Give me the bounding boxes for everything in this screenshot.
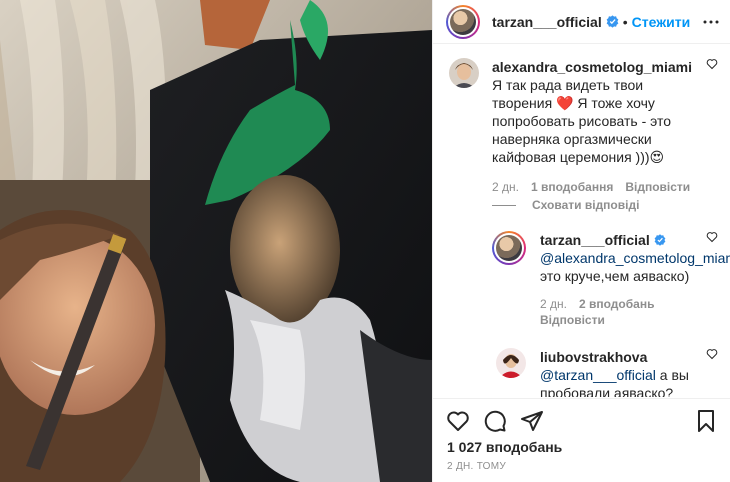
post-date[interactable]: 2 ДН. ТОМУ [447,461,506,472]
comment-time[interactable]: 2 дн. [492,180,519,194]
reply-avatar[interactable] [496,348,526,378]
comment-icon[interactable] [483,409,507,433]
likes-count[interactable]: 1 027 вподобань [447,439,562,455]
header-separator: • [622,13,628,30]
commenter-avatar[interactable] [449,58,479,88]
reply-reply-button[interactable]: Відповісти [540,313,605,327]
reply-like-heart-icon[interactable] [706,231,718,243]
comment-item: alexandra_cosmetolog_miami Я так рада ви… [449,58,718,198]
reply-username[interactable]: liubovstrakhova [540,349,647,365]
bookmark-icon[interactable] [694,409,718,433]
follow-button[interactable]: Стежити [632,14,691,30]
reply-likes[interactable]: 2 вподобань [579,297,654,311]
reply-mention[interactable]: @alexandra_cosmetolog_miami [540,250,730,266]
more-options-icon[interactable] [702,13,720,31]
comment-reply-button[interactable]: Відповісти [625,180,690,194]
reply-item: liubovstrakhova @tarzan___official а вы … [496,348,718,397]
verified-badge-icon [606,15,619,28]
painting-selfie-image [0,0,432,482]
author-avatar[interactable] [446,4,480,39]
reply-item: tarzan___official @alexandra_cosmetolog_… [492,231,730,341]
comment-text: Я так рада видеть твои творения ❤️ Я тож… [492,77,672,165]
post-actions-bar [433,398,730,438]
reply-avatar[interactable] [492,231,526,265]
comment-likes[interactable]: 1 вподобання [531,180,613,194]
author-username[interactable]: tarzan___official [492,14,602,30]
post-photo[interactable] [0,0,432,482]
post-detail-panel: tarzan___official • Стежити alexandra_co… [432,0,730,482]
reply-text: это круче,чем аяваско) [540,268,690,284]
post-header: tarzan___official • Стежити [433,0,730,44]
reply-like-heart-icon[interactable] [706,348,718,360]
reply-username[interactable]: tarzan___official [540,232,650,248]
heart-icon[interactable] [446,409,470,433]
verified-badge-icon [654,234,666,246]
comment-username[interactable]: alexandra_cosmetolog_miami [492,59,692,75]
comment-like-heart-icon[interactable] [706,58,718,70]
share-icon[interactable] [520,409,544,433]
reply-mention[interactable]: @tarzan___official [540,367,656,383]
hide-replies-label: Сховати відповіді [532,198,640,212]
hide-replies-button[interactable]: Сховати відповіді [492,198,639,212]
reply-time[interactable]: 2 дн. [540,297,567,311]
comments-list[interactable]: alexandra_cosmetolog_miami Я так рада ви… [433,45,730,397]
